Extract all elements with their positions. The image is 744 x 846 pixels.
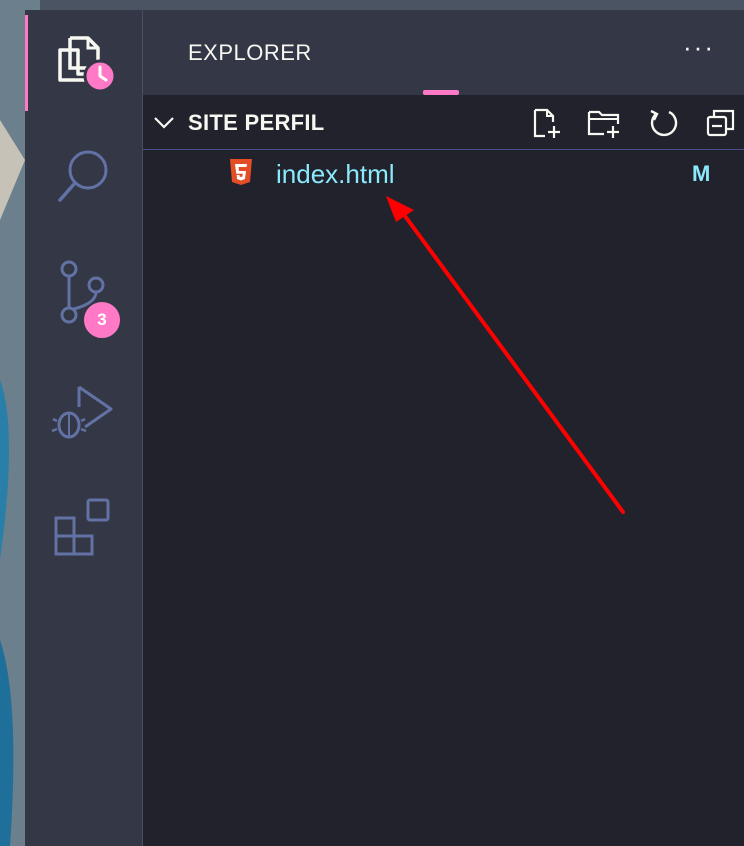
new-folder-icon[interactable] bbox=[586, 105, 622, 141]
workspace-title: SITE PERFIL bbox=[188, 110, 325, 135]
files-icon bbox=[52, 28, 118, 99]
vscode-window: 3 EXPLORER ··· SITE PERFIL index.html M bbox=[25, 10, 744, 846]
workspace-section-header[interactable]: SITE PERFIL bbox=[143, 95, 744, 150]
activity-extensions[interactable] bbox=[25, 480, 142, 576]
activity-search[interactable] bbox=[25, 130, 142, 226]
extensions-icon bbox=[52, 494, 116, 563]
activity-bar: 3 bbox=[25, 10, 142, 846]
refresh-icon[interactable] bbox=[645, 105, 681, 141]
git-status-badge: M bbox=[692, 161, 711, 186]
explorer-sidebar: EXPLORER ··· SITE PERFIL index.html M bbox=[143, 10, 744, 846]
run-debug-icon bbox=[49, 377, 119, 452]
chevron-down-icon[interactable] bbox=[152, 110, 176, 139]
sidebar-title: EXPLORER bbox=[188, 40, 312, 65]
activity-explorer[interactable] bbox=[25, 15, 142, 111]
new-file-icon[interactable] bbox=[528, 105, 564, 141]
collapse-all-icon[interactable] bbox=[703, 105, 739, 141]
html5-icon bbox=[228, 157, 254, 192]
file-name: index.html bbox=[276, 159, 395, 189]
file-tree-item[interactable]: index.html M bbox=[143, 155, 744, 195]
search-icon bbox=[54, 146, 114, 211]
source-control-badge: 3 bbox=[82, 300, 122, 340]
activity-source-control[interactable]: 3 bbox=[25, 246, 142, 342]
sidebar-header: EXPLORER ··· bbox=[143, 10, 744, 95]
more-actions-button[interactable]: ··· bbox=[683, 32, 715, 63]
activity-run-debug[interactable] bbox=[25, 366, 142, 462]
